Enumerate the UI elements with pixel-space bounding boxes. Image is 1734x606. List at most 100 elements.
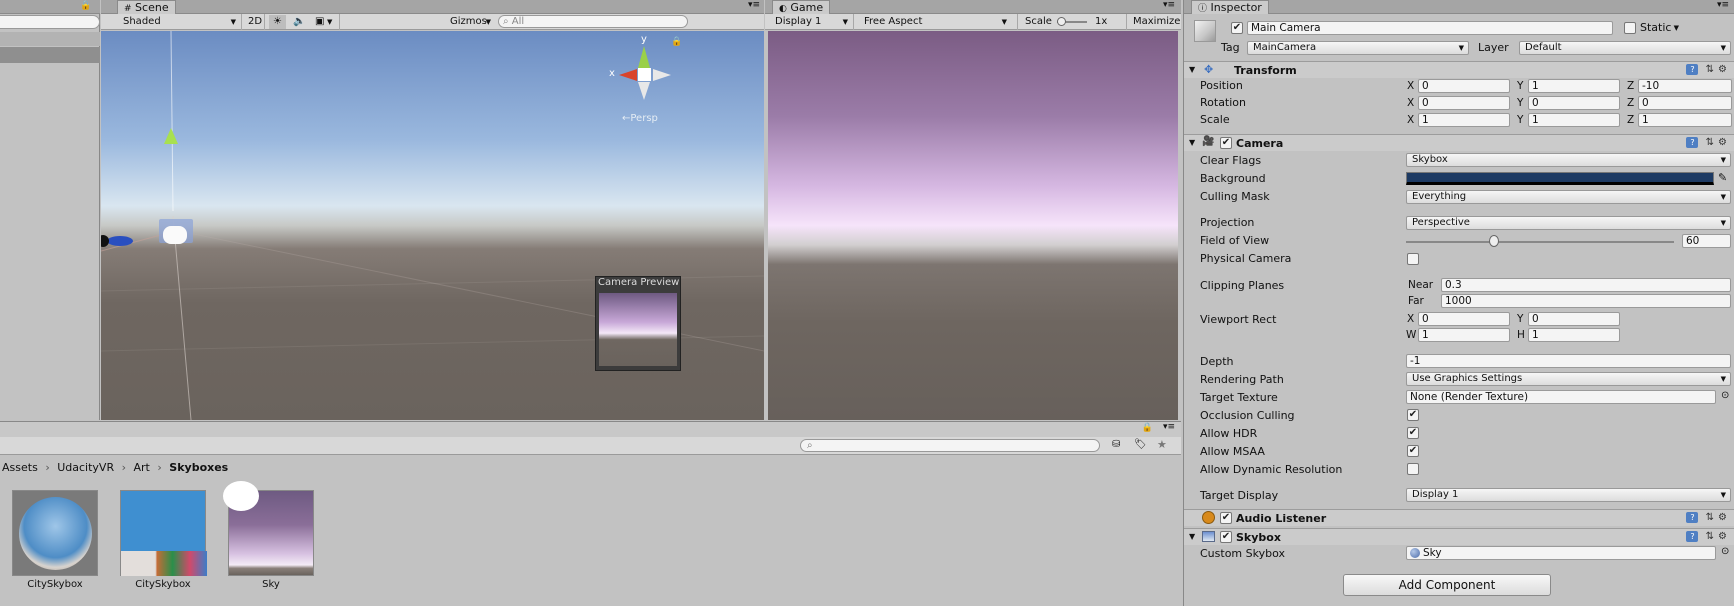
audio-icon[interactable]: 🔈 (289, 15, 309, 29)
gear-icon[interactable]: ⚙ (1718, 64, 1731, 75)
breadcrumb-item[interactable]: Assets (2, 461, 38, 474)
rotation-y-field[interactable]: 0 (1528, 96, 1620, 110)
favorite-star-icon[interactable]: ★ (1157, 438, 1167, 451)
y-axis-arrow-icon[interactable] (164, 128, 178, 144)
eyedropper-icon[interactable]: ✎ (1718, 171, 1727, 184)
allow-dynamic-resolution-checkbox[interactable] (1407, 463, 1419, 475)
custom-skybox-field[interactable]: Sky (1406, 546, 1716, 560)
panel-menu-icon[interactable]: ▾≡ (1163, 0, 1175, 10)
position-y-field[interactable]: 1 (1528, 79, 1620, 93)
help-icon[interactable]: ? (1686, 512, 1699, 523)
projection-dropdown[interactable]: Perspective ▼ (1406, 216, 1731, 230)
chevron-down-icon[interactable]: ▼ (323, 15, 336, 29)
position-z-field[interactable]: -10 (1638, 79, 1732, 93)
orientation-gizmo[interactable]: y x (609, 34, 679, 110)
viewport-w-field[interactable]: 1 (1418, 328, 1510, 342)
lock-icon[interactable]: 🔒 (80, 1, 91, 11)
preset-icon[interactable]: ⇅ (1706, 512, 1718, 523)
help-icon[interactable]: ? (1686, 64, 1699, 75)
gear-icon[interactable]: ⚙ (1718, 531, 1731, 542)
help-icon[interactable]: ? (1686, 531, 1699, 542)
target-display-dropdown[interactable]: Display 1 ▼ (1406, 488, 1731, 502)
foldout-arrow-icon[interactable]: ▼ (1189, 532, 1195, 541)
rotation-x-field[interactable]: 0 (1418, 96, 1510, 110)
audio-listener-header[interactable]: ✔ Audio Listener ? ⇅⚙ (1184, 509, 1734, 526)
foldout-arrow-icon[interactable]: ▼ (1189, 138, 1195, 147)
depth-field[interactable]: -1 (1406, 354, 1731, 368)
object-name-field[interactable]: Main Camera (1247, 21, 1613, 35)
preset-icon[interactable]: ⇅ (1706, 64, 1718, 75)
gizmo-neg-y-cone-icon[interactable] (638, 82, 650, 100)
viewport-y-field[interactable]: 0 (1528, 312, 1620, 326)
breadcrumb-item-current[interactable]: Skyboxes (169, 461, 228, 474)
rendering-path-dropdown[interactable]: Use Graphics Settings ▼ (1406, 372, 1731, 386)
help-icon[interactable]: ? (1686, 137, 1699, 148)
gizmos-dropdown[interactable]: Gizmos ▼ (446, 15, 494, 29)
culling-mask-dropdown[interactable]: Everything ▼ (1406, 190, 1731, 204)
background-color-field[interactable] (1406, 172, 1714, 185)
camera-header[interactable]: ▼ 🎥 ✔ Camera ? ⇅⚙ (1184, 134, 1734, 151)
add-component-button[interactable]: Add Component (1343, 574, 1551, 596)
active-checkbox[interactable]: ✔ (1231, 22, 1243, 34)
scale-z-field[interactable]: 1 (1638, 113, 1732, 127)
viewport-h-field[interactable]: 1 (1528, 328, 1620, 342)
tab-game[interactable]: ◐ Game (772, 0, 831, 14)
gear-icon[interactable]: ⚙ (1718, 137, 1731, 148)
shading-mode-dropdown[interactable]: Shaded ▼ (119, 15, 239, 29)
occlusion-culling-checkbox[interactable]: ✔ (1407, 409, 1419, 421)
transform-header[interactable]: ▼ ✥ Transform ? ⇅⚙ (1184, 61, 1734, 78)
gizmo-x-cone-icon[interactable] (619, 69, 637, 81)
maximize-button[interactable]: Maximize (1129, 15, 1184, 29)
camera-enabled-checkbox[interactable]: ✔ (1220, 137, 1232, 149)
preset-icon[interactable]: ⇅ (1706, 531, 1718, 542)
static-checkbox[interactable] (1624, 22, 1636, 34)
target-texture-field[interactable]: None (Render Texture) (1406, 390, 1716, 404)
lock-icon[interactable]: 🔒 (671, 37, 682, 47)
display-dropdown[interactable]: Display 1 ▼ (771, 15, 851, 29)
rotation-z-field[interactable]: 0 (1638, 96, 1732, 110)
gizmo-y-cone-icon[interactable] (638, 46, 650, 68)
object-picker-icon[interactable]: ⊙ (1721, 546, 1729, 557)
persp-label[interactable]: ←Persp (622, 113, 658, 124)
preset-icon[interactable]: ⇅ (1706, 137, 1718, 148)
clear-flags-dropdown[interactable]: Skybox ▼ (1406, 153, 1731, 167)
z-axis-arrow-icon[interactable] (107, 236, 133, 246)
static-dropdown[interactable]: ▼ (1673, 22, 1679, 36)
game-viewport[interactable] (768, 31, 1178, 420)
hierarchy-row[interactable] (0, 32, 100, 46)
panel-menu-icon[interactable]: ▾≡ (1163, 422, 1175, 432)
scale-x-field[interactable]: 1 (1418, 113, 1510, 127)
lock-icon[interactable]: 🔒 (1142, 423, 1153, 433)
skybox-enabled-checkbox[interactable]: ✔ (1220, 531, 1232, 543)
object-picker-icon[interactable]: ⊙ (1721, 390, 1729, 401)
near-field[interactable]: 0.3 (1441, 278, 1731, 292)
allow-hdr-checkbox[interactable]: ✔ (1407, 427, 1419, 439)
asset-label[interactable]: Sky (221, 579, 321, 590)
allow-msaa-checkbox[interactable]: ✔ (1407, 445, 1419, 457)
gizmo-center-cube-icon[interactable] (638, 68, 651, 81)
position-x-field[interactable]: 0 (1418, 79, 1510, 93)
tag-dropdown[interactable]: MainCamera ▼ (1247, 41, 1469, 55)
project-search-input[interactable]: ⌕ (800, 439, 1100, 452)
asset-label[interactable]: CitySkybox (113, 579, 213, 590)
skybox-header[interactable]: ▼ ✔ Skybox ? ⇅⚙ (1184, 528, 1734, 545)
scale-slider-handle[interactable] (1057, 17, 1066, 26)
scene-lighting-icon[interactable]: ☀ (269, 15, 286, 29)
scale-y-field[interactable]: 1 (1528, 113, 1620, 127)
filter-label-icon[interactable]: 🏷 (1134, 439, 1147, 450)
foldout-arrow-icon[interactable]: ▼ (1189, 65, 1195, 74)
fov-slider-handle[interactable] (1489, 235, 1500, 247)
physical-camera-checkbox[interactable] (1407, 253, 1419, 265)
panel-menu-icon[interactable]: ▾≡ (1717, 0, 1729, 10)
scene-search-input[interactable]: ⌕ All (498, 15, 688, 28)
audio-listener-enabled-checkbox[interactable]: ✔ (1220, 512, 1232, 524)
asset-thumbnail-cityskybox-texture[interactable] (120, 490, 207, 576)
breadcrumb-item[interactable]: UdacityVR (57, 461, 114, 474)
hierarchy-search-input[interactable] (0, 15, 100, 29)
layer-dropdown[interactable]: Default ▼ (1519, 41, 1731, 55)
fov-slider-track[interactable] (1406, 241, 1674, 243)
mode-2d-button[interactable]: 2D (244, 15, 266, 29)
scale-slider[interactable] (1057, 17, 1087, 26)
scene-viewport[interactable]: y x 🔒 ←Persp Camera Preview (101, 31, 764, 420)
camera-body-icon[interactable] (163, 226, 187, 244)
